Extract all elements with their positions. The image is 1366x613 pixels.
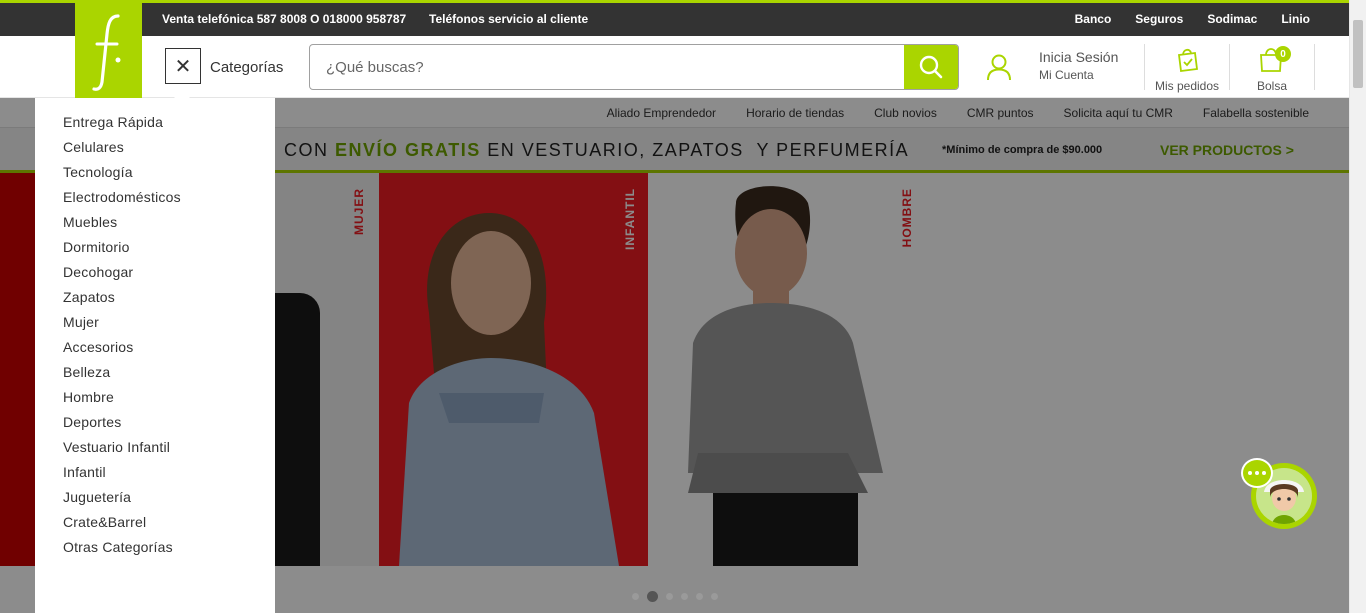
carousel-dot[interactable] [681,593,688,600]
falabella-logo[interactable] [75,3,142,98]
carousel-dot[interactable] [666,593,673,600]
dropdown-caret [174,90,190,98]
top-bar-links: Banco Seguros Sodimac Linio [1075,12,1310,26]
carousel-dot[interactable] [711,593,718,600]
carousel-dot[interactable] [696,593,703,600]
scrollbar-thumb[interactable] [1353,20,1363,88]
category-mujer[interactable]: Mujer [35,312,275,337]
category-hombre[interactable]: Hombre [35,387,275,412]
user-icon[interactable] [985,52,1013,82]
category-dormitorio[interactable]: Dormitorio [35,237,275,262]
main-header: ✕ Categorías Inicia Sesión Mi Cuenta Mis… [0,36,1366,98]
category-zapatos[interactable]: Zapatos [35,287,275,312]
category-decohogar[interactable]: Decohogar [35,262,275,287]
top-link-linio[interactable]: Linio [1281,12,1310,26]
orders-bag-icon [1177,48,1199,73]
top-link-sodimac[interactable]: Sodimac [1207,12,1257,26]
falabella-logo-icon [91,13,120,91]
category-crate-barrel[interactable]: Crate&Barrel [35,512,275,537]
category-vestuario-infantil[interactable]: Vestuario Infantil [35,437,275,462]
top-bar: Venta telefónica 587 8008 O 018000 95878… [0,3,1366,36]
categories-close-button[interactable]: ✕ [165,48,201,84]
category-jugueteria[interactable]: Juguetería [35,487,275,512]
my-orders-label: Mis pedidos [1154,79,1220,93]
search-box [309,44,959,90]
bag-count-badge: 0 [1275,46,1291,62]
my-account-link[interactable]: Mi Cuenta [1039,68,1094,82]
category-tecnologia[interactable]: Tecnología [35,162,275,187]
categories-label[interactable]: Categorías [210,59,283,76]
carousel-dot-active[interactable] [647,591,658,602]
search-button[interactable] [904,45,958,89]
category-celulares[interactable]: Celulares [35,137,275,162]
category-belleza[interactable]: Belleza [35,362,275,387]
category-otras[interactable]: Otras Categorías [35,537,275,562]
search-icon [919,55,943,79]
category-entrega-rapida[interactable]: Entrega Rápida [35,112,275,137]
carousel-dot[interactable] [632,593,639,600]
category-muebles[interactable]: Muebles [35,212,275,237]
category-infantil[interactable]: Infantil [35,462,275,487]
search-input[interactable] [310,45,906,89]
phone-sales-text: Venta telefónica 587 8008 O 018000 95878… [162,12,407,26]
top-link-seguros[interactable]: Seguros [1135,12,1183,26]
carousel-dots [632,591,718,602]
category-accesorios[interactable]: Accesorios [35,337,275,362]
my-orders-button[interactable]: Mis pedidos [1145,36,1229,98]
top-link-banco[interactable]: Banco [1075,12,1112,26]
customer-service-link[interactable]: Teléfonos servicio al cliente [429,12,588,26]
bag-label: Bolsa [1256,79,1288,93]
category-electrodomesticos[interactable]: Electrodomésticos [35,187,275,212]
login-title[interactable]: Inicia Sesión [1039,49,1118,65]
chat-bubble-icon[interactable] [1241,458,1273,488]
category-deportes[interactable]: Deportes [35,412,275,437]
close-icon: ✕ [174,55,192,78]
header-divider [1314,44,1315,90]
bag-button[interactable]: 0 Bolsa [1230,36,1314,98]
page-scrollbar[interactable] [1349,0,1366,613]
categories-dropdown: Entrega Rápida Celulares Tecnología Elec… [35,98,275,613]
